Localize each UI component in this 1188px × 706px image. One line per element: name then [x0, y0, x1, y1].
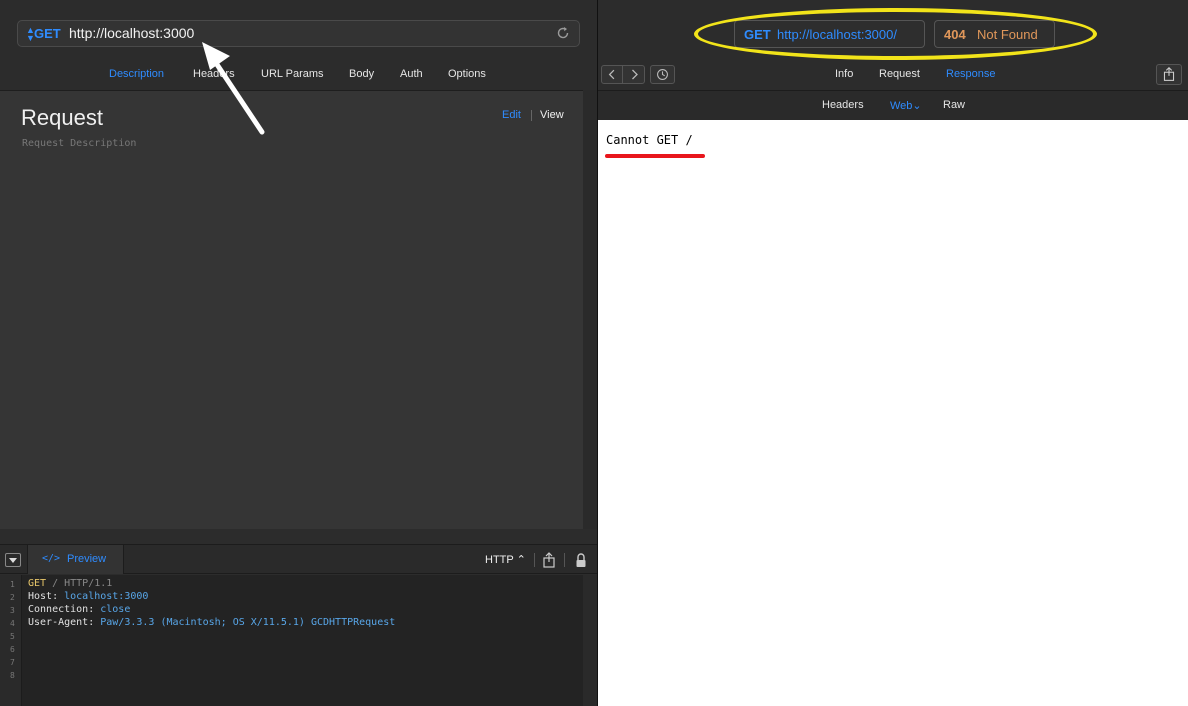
share-icon[interactable] — [1156, 64, 1182, 85]
response-web-view: Cannot GET / — [598, 120, 1188, 706]
description-title: Request — [21, 105, 103, 130]
code-preview: 1 2 3 4 5 6 7 8 GET / HTTP/1.1 Host: loc… — [0, 575, 583, 706]
response-body-text: Cannot GET / — [606, 133, 693, 147]
line-number: 8 — [10, 671, 15, 680]
tab-description[interactable]: Description — [109, 68, 164, 80]
code-line: GET / HTTP/1.1 — [28, 578, 112, 589]
scrollbar[interactable] — [583, 575, 597, 706]
url-input[interactable]: http://localhost:3000 — [69, 25, 194, 41]
tab-web[interactable]: Web⌄ — [890, 99, 922, 112]
tab-preview[interactable]: </> Preview — [27, 545, 124, 574]
status-text: Not Found — [977, 27, 1038, 42]
history-nav — [601, 65, 645, 84]
scrollbar[interactable] — [583, 90, 597, 529]
method-selector[interactable]: GET — [34, 26, 61, 41]
response-view-tabs: Headers Web⌄ Raw — [598, 90, 1188, 120]
code-key: Connection: — [28, 604, 101, 615]
code-key: Host: — [28, 591, 65, 602]
line-number: 7 — [10, 658, 15, 667]
tab-auth[interactable]: Auth — [400, 68, 423, 80]
view-button[interactable]: View — [540, 109, 564, 121]
status-badge: 404 Not Found — [934, 20, 1055, 48]
code-version: HTTP/1.1 — [64, 578, 113, 589]
code-key: User-Agent: — [28, 617, 101, 628]
status-code: 404 — [944, 27, 966, 42]
divider — [531, 110, 532, 121]
tab-info[interactable]: Info — [835, 68, 853, 80]
line-gutter: 1 2 3 4 5 6 7 8 — [0, 575, 22, 706]
line-number: 1 — [10, 580, 15, 589]
request-pane: ▲ ▼ GET http://localhost:3000 Description… — [0, 0, 597, 706]
code-value: localhost:3000 — [64, 591, 149, 602]
lock-icon[interactable] — [574, 552, 588, 568]
description-panel: Request Request Description Edit View — [0, 90, 583, 529]
collapse-icon[interactable] — [5, 553, 21, 567]
code-icon: </> — [42, 553, 61, 564]
tab-request[interactable]: Request — [879, 68, 920, 80]
edit-button[interactable]: Edit — [502, 109, 521, 121]
tab-url-params[interactable]: URL Params — [261, 68, 324, 80]
response-method: GET — [744, 27, 771, 42]
line-number: 5 — [10, 632, 15, 641]
url-bar[interactable]: ▲ ▼ GET http://localhost:3000 — [17, 20, 580, 47]
reload-icon[interactable] — [556, 26, 570, 40]
preview-toolbar: </> Preview HTTP ⌃ — [0, 544, 597, 574]
line-number: 6 — [10, 645, 15, 654]
code-method: GET — [28, 578, 47, 589]
code-line: User-Agent: Paw/3.3.3 (Macintosh; OS X/1… — [28, 617, 395, 628]
code-line: Host: localhost:3000 — [28, 591, 148, 602]
request-tabs: Description Headers URL Params Body Auth… — [0, 66, 597, 84]
history-icon[interactable] — [650, 65, 675, 84]
code-line: Connection: close — [28, 604, 130, 615]
tab-raw[interactable]: Raw — [943, 99, 965, 111]
format-select[interactable]: HTTP ⌃ — [485, 553, 526, 566]
tab-response[interactable]: Response — [946, 68, 996, 80]
line-number: 3 — [10, 606, 15, 615]
response-pane: GET http://localhost:3000/ 404 Not Found… — [598, 0, 1188, 706]
tab-body[interactable]: Body — [349, 68, 374, 80]
line-number: 2 — [10, 593, 15, 602]
description-input[interactable]: Request Description — [22, 138, 136, 149]
response-request-summary: GET http://localhost:3000/ — [734, 20, 925, 48]
code-value: close — [100, 604, 131, 615]
tab-headers[interactable]: Headers — [193, 68, 235, 80]
preview-label: Preview — [67, 553, 107, 565]
divider — [564, 553, 565, 567]
tab-options[interactable]: Options — [448, 68, 486, 80]
chevron-right-icon[interactable] — [624, 66, 645, 83]
code-value: Paw/3.3.3 (Macintosh; OS X/11.5.1) GCDHT… — [100, 617, 396, 628]
line-number: 4 — [10, 619, 15, 628]
code-path: / — [46, 578, 65, 589]
share-icon[interactable] — [542, 552, 556, 568]
tab-headers[interactable]: Headers — [822, 99, 864, 111]
chevron-left-icon[interactable] — [602, 66, 623, 83]
response-url: http://localhost:3000/ — [777, 27, 897, 42]
underline-annotation — [605, 154, 705, 158]
divider — [534, 553, 535, 567]
